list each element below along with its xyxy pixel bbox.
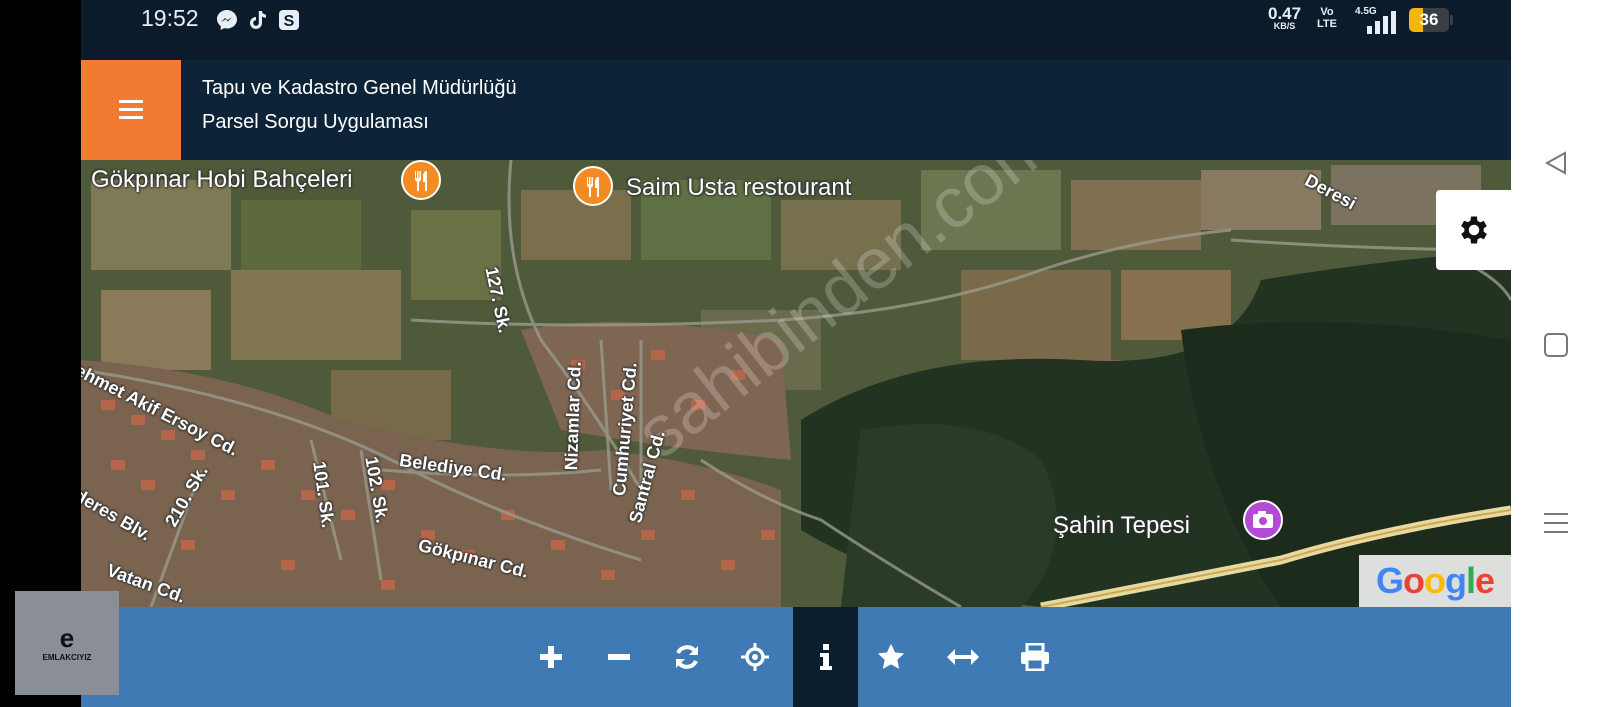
google-logo: Google <box>1359 555 1511 607</box>
volte-line2: LTE <box>1317 18 1337 30</box>
satellite-map[interactable]: sahibinden.com Gökpınar Hobi Bahçeleri S… <box>81 160 1511 607</box>
signal-icon <box>1367 11 1396 34</box>
app-header: Tapu ve Kadastro Genel Müdürlüğü Parsel … <box>81 60 1511 160</box>
print-button[interactable] <box>1003 607 1067 707</box>
poi-label-hobi: Gökpınar Hobi Bahçeleri <box>91 166 353 193</box>
messenger-icon <box>217 10 237 30</box>
volte-indicator: Vo LTE <box>1317 6 1337 30</box>
battery-icon: 36 <box>1409 8 1449 32</box>
home-square-icon <box>1543 333 1568 357</box>
home-button[interactable] <box>1511 325 1600 365</box>
locate-button[interactable] <box>723 607 787 707</box>
app-subtitle: Parsel Sorgu Uygulaması <box>202 111 429 133</box>
status-bar: 19:52 S 0.47 KB/S Vo LTE 4.5G 36 <box>81 0 1511 60</box>
app-title: Tapu ve Kadastro Genel Müdürlüğü <box>202 77 517 99</box>
crosshair-icon <box>741 643 769 671</box>
minus-icon <box>608 654 630 660</box>
star-icon <box>877 643 905 669</box>
refresh-button[interactable] <box>655 607 719 707</box>
restaurant-pin-icon[interactable] <box>399 160 443 204</box>
satellite-imagery <box>81 160 1511 607</box>
info-button[interactable] <box>793 607 858 707</box>
info-icon <box>819 644 832 670</box>
network-speed: 0.47 KB/S <box>1268 5 1301 31</box>
status-time: 19:52 <box>141 5 199 31</box>
recents-button[interactable] <box>1511 503 1600 543</box>
back-triangle-icon <box>1544 151 1566 175</box>
measure-button[interactable] <box>931 607 995 707</box>
menu-button[interactable] <box>81 60 181 160</box>
s-app-icon: S <box>279 10 299 30</box>
zoom-out-button[interactable] <box>587 607 651 707</box>
settings-button[interactable] <box>1436 190 1511 270</box>
poi-label-sahin: Şahin Tepesi <box>1053 512 1190 539</box>
net-speed-value: 0.47 <box>1268 4 1302 23</box>
back-button[interactable] <box>1511 143 1600 183</box>
map-toolbar <box>81 607 1511 707</box>
street-label: Nizamlar Cd. <box>561 361 585 471</box>
restaurant-pin-icon[interactable] <box>571 166 615 210</box>
emlakciyiz-logo: e EMLAKCIYIZ <box>15 591 119 695</box>
logo-text: EMLAKCIYIZ <box>42 652 92 662</box>
hamburger-icon <box>119 100 143 119</box>
gear-icon <box>1460 216 1487 244</box>
zoom-in-button[interactable] <box>519 607 583 707</box>
battery-level: 36 <box>1419 10 1439 29</box>
android-navigation-bar <box>1511 0 1600 707</box>
plus-icon <box>540 646 562 668</box>
volte-line1: Vo <box>1320 6 1334 18</box>
horizontal-arrows-icon <box>947 649 979 665</box>
net-speed-unit: KB/S <box>1273 21 1296 31</box>
battery-tip <box>1450 15 1453 25</box>
poi-label-saim: Saim Usta restourant <box>626 174 852 201</box>
logo-letter: e <box>59 622 75 653</box>
refresh-icon <box>676 645 698 669</box>
menu-lines-icon <box>1543 513 1568 533</box>
printer-icon <box>1021 643 1049 671</box>
favorite-button[interactable] <box>859 607 923 707</box>
camera-pin-icon[interactable] <box>1241 500 1285 544</box>
svg-text:S: S <box>284 13 295 30</box>
tiktok-icon <box>250 11 266 29</box>
